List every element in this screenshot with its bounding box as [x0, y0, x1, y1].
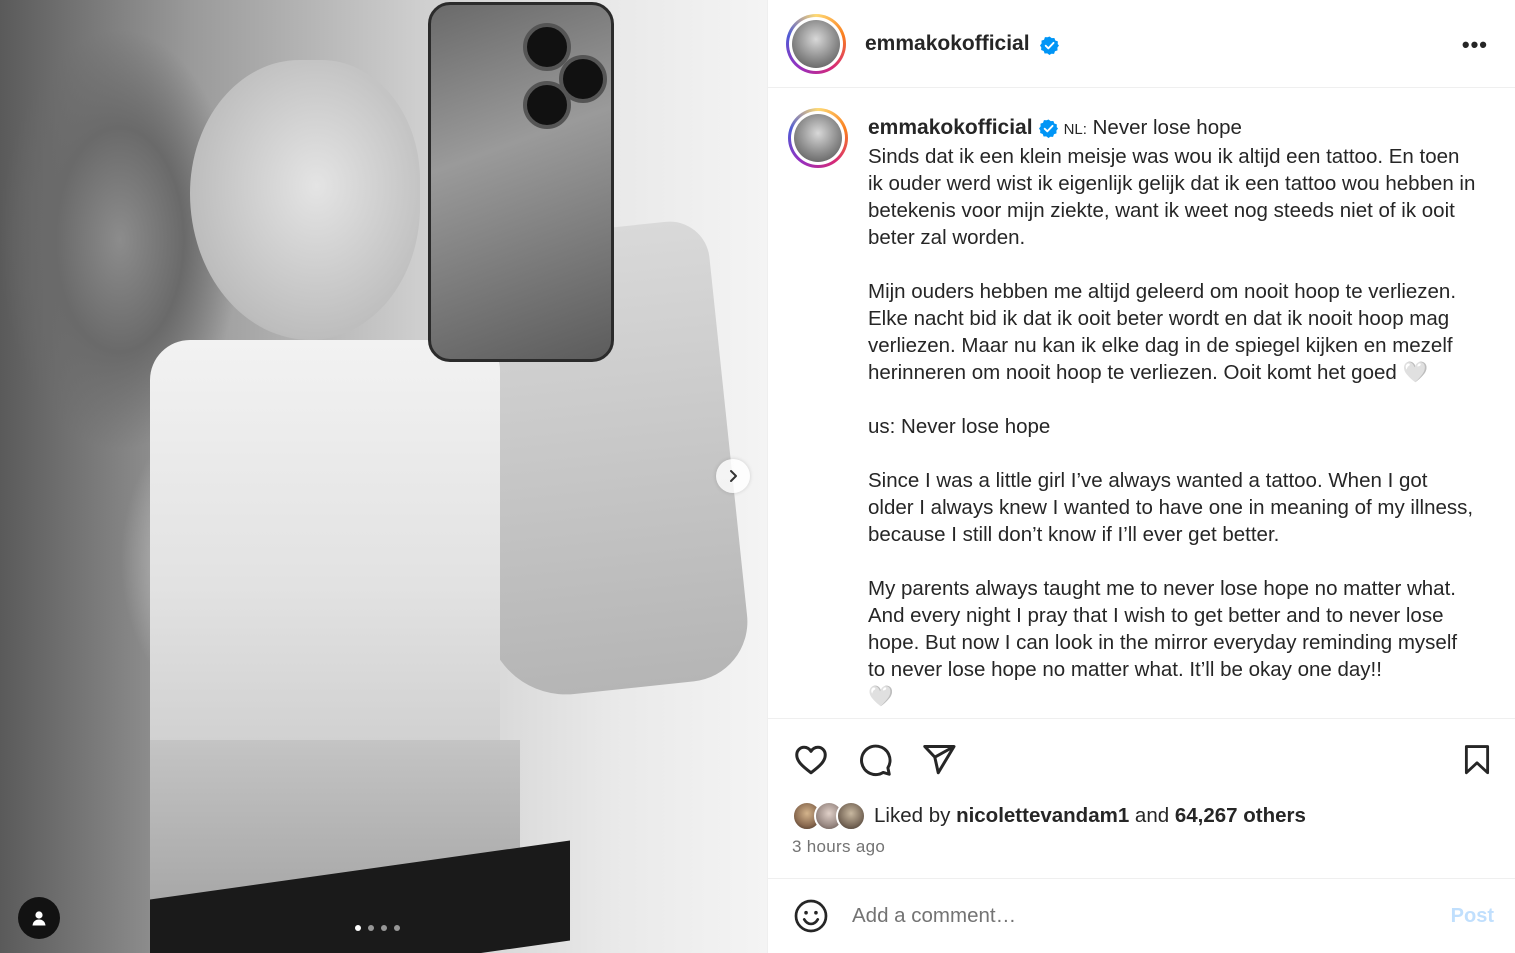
comment-bar: Post [768, 878, 1515, 953]
chevron-right-icon [730, 470, 737, 482]
save-button[interactable] [1458, 741, 1496, 779]
bookmark-icon [1464, 745, 1490, 775]
liker-username[interactable]: nicolettevandam1 [956, 804, 1129, 828]
caption-language-tag: NL: [1063, 121, 1087, 138]
carousel-dot [381, 925, 387, 931]
caption-username[interactable]: emmakokofficial [868, 116, 1033, 139]
tagged-users-button[interactable] [18, 897, 60, 939]
likes-prefix: Liked by [874, 804, 957, 827]
comment-button[interactable] [856, 741, 894, 779]
liker-avatar [836, 801, 866, 831]
post-panel: emmakokofficial ••• emmakokofficial NL: N… [767, 0, 1515, 953]
carousel-dot [394, 925, 400, 931]
emoji-icon [794, 899, 828, 933]
post-actions: Liked by nicolettevandam1 and 64,267 oth… [768, 718, 1515, 878]
likes-middle: and [1129, 804, 1175, 827]
comment-input[interactable] [852, 904, 1412, 928]
post-comment-button[interactable]: Post [1451, 905, 1494, 928]
carousel-dot [368, 925, 374, 931]
comment-icon [860, 744, 892, 777]
verified-icon [1040, 36, 1060, 55]
like-button[interactable] [792, 741, 830, 779]
carousel-next-button[interactable] [716, 459, 750, 493]
liker-avatars[interactable] [792, 801, 866, 831]
image-phone [428, 2, 614, 362]
image-top [150, 340, 500, 750]
caption-author-avatar[interactable] [788, 108, 848, 168]
share-button[interactable] [920, 741, 958, 779]
author-avatar[interactable] [786, 13, 846, 74]
user-tag-icon [32, 911, 46, 926]
emoji-button[interactable] [792, 897, 830, 935]
likes-summary: Liked by nicolettevandam1 and 64,267 oth… [792, 801, 1306, 831]
author-username-wrap: emmakokofficial [865, 32, 1060, 56]
post-header: emmakokofficial ••• [768, 0, 1515, 88]
likes-others-link[interactable]: 64,267 others [1175, 804, 1306, 828]
caption-area: emmakokofficial NL: Never lose hope Sinds… [768, 88, 1515, 718]
verified-icon [1038, 119, 1058, 139]
carousel-indicator [355, 925, 400, 931]
caption: emmakokofficial NL: Never lose hope Sinds… [868, 114, 1478, 710]
post-image[interactable] [0, 0, 767, 953]
author-username[interactable]: emmakokofficial [865, 32, 1030, 55]
more-options-button[interactable]: ••• [1462, 32, 1488, 58]
heart-icon [795, 745, 827, 775]
post-timestamp[interactable]: 3 hours ago [792, 837, 885, 857]
share-icon [923, 745, 956, 775]
carousel-dot [355, 925, 361, 931]
caption-body: Never lose hope Sinds dat ik een klein m… [868, 116, 1476, 708]
